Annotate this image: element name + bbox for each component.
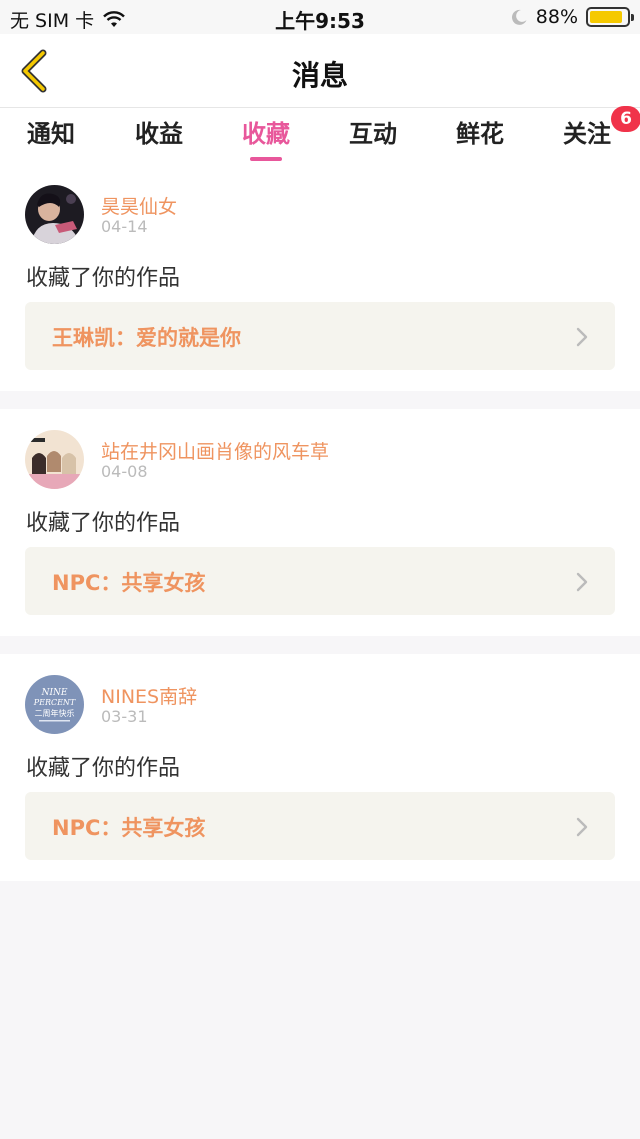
work-title: 王琳凯：爱的就是你 (52, 326, 241, 350)
username[interactable]: NINES南辞 (101, 682, 197, 709)
tab-favorites[interactable]: 收藏 (226, 114, 306, 164)
battery-percent: 88% (535, 6, 578, 28)
status-right: 88% (510, 6, 634, 28)
tab-label: 收藏 (242, 120, 290, 148)
battery-level (590, 11, 622, 23)
tab-label: 收益 (135, 120, 183, 148)
action-text: 收藏了你的作品 (26, 511, 181, 536)
tab-active-indicator (250, 157, 282, 161)
avatar-text: 二周年快乐 (35, 708, 75, 718)
chevron-right-icon (576, 817, 588, 837)
tab-label: 通知 (27, 120, 75, 148)
tab-bar: 通知 收益 收藏 互动 鲜花 关注 6 (0, 106, 640, 168)
moon-icon (511, 9, 527, 25)
tab-label: 互动 (349, 120, 397, 148)
action-text: 收藏了你的作品 (26, 266, 181, 291)
chevron-right-icon (576, 327, 588, 347)
status-bar: 无 SIM 卡 上午9:53 88% (0, 0, 640, 34)
work-link[interactable]: NPC：共享女孩 (25, 547, 615, 615)
chevron-right-icon (576, 572, 588, 592)
tab-label: 关注 (563, 120, 611, 148)
tab-interactions[interactable]: 互动 (333, 114, 413, 164)
work-title: NPC：共享女孩 (52, 571, 206, 595)
action-text: 收藏了你的作品 (26, 756, 181, 781)
list-item: 站在井冈山画肖像的风车草 04-08 收藏了你的作品 NPC：共享女孩 (0, 409, 640, 636)
date: 04-14 (101, 217, 148, 236)
avatar-image (25, 185, 84, 244)
list-item: NINE PERCENT 二周年快乐 NINES南辞 03-31 收藏了你的作品… (0, 654, 640, 881)
avatar[interactable] (25, 430, 84, 489)
tab-label: 鲜花 (456, 120, 504, 148)
work-title: NPC：共享女孩 (52, 816, 206, 840)
avatar-image (25, 430, 84, 489)
navbar: 消息 (0, 34, 640, 108)
list-item: 昊昊仙女 04-14 收藏了你的作品 王琳凯：爱的就是你 (0, 164, 640, 391)
avatar-text: PERCENT (33, 698, 76, 707)
date: 03-31 (101, 707, 148, 726)
tab-following[interactable]: 关注 6 (547, 106, 640, 164)
avatar-text: NINE (41, 688, 68, 698)
avatar[interactable]: NINE PERCENT 二周年快乐 (25, 675, 84, 734)
page-title: 消息 (291, 59, 348, 92)
battery-icon (586, 7, 634, 27)
avatar[interactable] (25, 185, 84, 244)
tab-notifications[interactable]: 通知 (11, 114, 91, 164)
username[interactable]: 昊昊仙女 (101, 192, 177, 219)
date: 04-08 (101, 462, 148, 481)
tab-flowers[interactable]: 鲜花 (440, 114, 520, 164)
avatar-image: NINE PERCENT 二周年快乐 (25, 675, 84, 734)
tab-earnings[interactable]: 收益 (119, 114, 199, 164)
work-link[interactable]: 王琳凯：爱的就是你 (25, 302, 615, 370)
unread-badge: 6 (611, 106, 640, 132)
work-link[interactable]: NPC：共享女孩 (25, 792, 615, 860)
username[interactable]: 站在井冈山画肖像的风车草 (101, 437, 329, 464)
